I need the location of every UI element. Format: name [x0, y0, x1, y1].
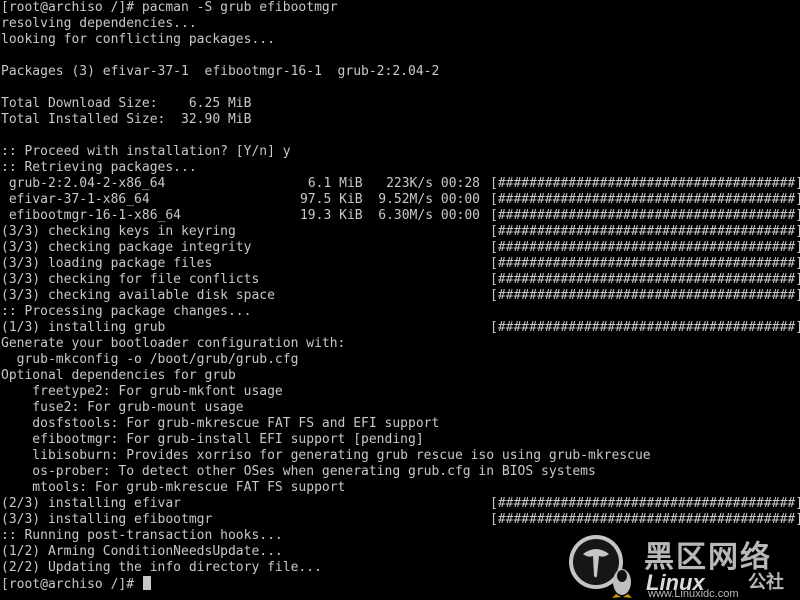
terminal-line: :: Retrieving packages...: [0, 160, 800, 176]
terminal-line-text: [root@archiso /]# pacman -S grub efiboot…: [1, 0, 338, 15]
terminal-line: (1/3) installing grub [##################…: [0, 320, 800, 336]
terminal-line-label: (3/3) installing efibootmgr: [1, 512, 213, 527]
progress-bar-text: [######################################]…: [490, 512, 800, 527]
terminal-line-label: (3/3) checking available disk space: [1, 288, 275, 303]
terminal-line-text: mtools: For grub-mkrescue FAT FS support: [1, 480, 346, 495]
terminal-line-label: (3/3) checking keys in keyring: [1, 224, 236, 239]
terminal-line: os-prober: To detect other OSes when gen…: [0, 464, 800, 480]
terminal-line-label: efivar-37-1-x86_64: [1, 192, 150, 207]
progress-bar-text: [######################################]…: [490, 272, 800, 287]
terminal-window[interactable]: [root@archiso /]# pacman -S grub efiboot…: [0, 0, 800, 600]
terminal-line: Total Download Size: 6.25 MiB: [0, 96, 800, 112]
terminal-line-text: :: Processing package changes...: [1, 304, 252, 319]
terminal-line: efivar-37-1-x86_64 97.5 KiB 9.52M/s 00:00…: [0, 192, 800, 208]
terminal-line-text: :: Running post-transaction hooks...: [1, 528, 283, 543]
terminal-line: fuse2: For grub-mount usage: [0, 400, 800, 416]
download-stats: 6.1 MiB 223K/s 00:28: [307, 176, 480, 191]
progress-bar-text: [######################################]…: [490, 288, 800, 303]
terminal-line-text: looking for conflicting packages...: [1, 32, 275, 47]
progress-bar-text: [######################################]…: [490, 256, 800, 271]
terminal-line-label: (3/3) checking for file conflicts: [1, 272, 260, 287]
terminal-line: (3/3) checking for file conflicts [######…: [0, 272, 800, 288]
terminal-line-text: Optional dependencies for grub: [1, 368, 236, 383]
terminal-line: (3/3) loading package files [############…: [0, 256, 800, 272]
terminal-line-text: Generate your bootloader configuration w…: [1, 336, 346, 351]
progress-bar-text: [######################################]…: [490, 192, 800, 207]
progress-bar-text: [######################################]…: [490, 208, 800, 223]
watermark: 黑区网络 Linux 公社 www.Linuxidc.com: [566, 532, 800, 600]
progress-bar-text: [######################################]…: [490, 496, 800, 511]
terminal-line-text: resolving dependencies...: [1, 16, 197, 31]
terminal-line-text: Total Download Size: 6.25 MiB: [1, 96, 252, 111]
terminal-line-text: fuse2: For grub-mount usage: [1, 400, 244, 415]
terminal-line: mtools: For grub-mkrescue FAT FS support: [0, 480, 800, 496]
terminal-line: Optional dependencies for grub: [0, 368, 800, 384]
terminal-line: grub-2:2.04-2-x86_64 6.1 MiB 223K/s 00:28…: [0, 176, 800, 192]
terminal-line-text: grub-mkconfig -o /boot/grub/grub.cfg: [1, 352, 299, 367]
terminal-line: freetype2: For grub-mkfont usage: [0, 384, 800, 400]
terminal-line-label: (3/3) loading package files: [1, 256, 213, 271]
terminal-line-text: :: Retrieving packages...: [1, 160, 197, 175]
watermark-gongshe-text: 公社: [748, 572, 784, 593]
progress-bar-text: [######################################]…: [490, 240, 800, 255]
terminal-line-text: efibootmgr: For grub-install EFI support…: [1, 432, 424, 447]
terminal-line: (3/3) checking package integrity [#######…: [0, 240, 800, 256]
terminal-line-label: (2/3) installing efivar: [1, 496, 182, 511]
terminal-line: Packages (3) efivar-37-1 efibootmgr-16-1…: [0, 64, 800, 80]
terminal-line-text: Total Installed Size: 32.90 MiB: [1, 112, 252, 127]
terminal-line-text: dosfstools: For grub-mkrescue FAT FS and…: [1, 416, 440, 431]
terminal-line: Generate your bootloader configuration w…: [0, 336, 800, 352]
progress-bar-text: [######################################]…: [490, 224, 800, 239]
terminal-line: [root@archiso /]# pacman -S grub efiboot…: [0, 0, 800, 16]
terminal-line-label: grub-2:2.04-2-x86_64: [1, 176, 166, 191]
terminal-line: efibootmgr-16-1-x86_64 19.3 KiB 6.30M/s 0…: [0, 208, 800, 224]
watermark-url: www.Linuxidc.com: [648, 588, 739, 600]
download-stats: 19.3 KiB 6.30M/s 00:00: [299, 208, 480, 223]
terminal-line-label: efibootmgr-16-1-x86_64: [1, 208, 182, 223]
terminal-line: resolving dependencies...: [0, 16, 800, 32]
download-stats: 97.5 KiB 9.52M/s 00:00: [299, 192, 480, 207]
terminal-line: :: Processing package changes...: [0, 304, 800, 320]
penguin-logo-icon: [569, 535, 632, 598]
terminal-line: Total Installed Size: 32.90 MiB: [0, 112, 800, 128]
progress-bar-text: [######################################]…: [490, 320, 800, 335]
terminal-line: :: Proceed with installation? [Y/n] y: [0, 144, 800, 160]
terminal-line-label: (1/3) installing grub: [1, 320, 166, 335]
terminal-line: (3/3) checking available disk space [####…: [0, 288, 800, 304]
terminal-line: (2/3) installing efivar [################…: [0, 496, 800, 512]
terminal-line: grub-mkconfig -o /boot/grub/grub.cfg: [0, 352, 800, 368]
terminal-line-text: os-prober: To detect other OSes when gen…: [1, 464, 596, 479]
terminal-cursor: [142, 576, 151, 590]
terminal-line-text: libisoburn: Provides xorriso for generat…: [1, 448, 651, 463]
terminal-line: (3/3) installing efibootmgr [############…: [0, 512, 800, 528]
terminal-line: (3/3) checking keys in keyring [#########…: [0, 224, 800, 240]
terminal-line-text: freetype2: For grub-mkfont usage: [1, 384, 283, 399]
terminal-line: efibootmgr: For grub-install EFI support…: [0, 432, 800, 448]
terminal-line: dosfstools: For grub-mkrescue FAT FS and…: [0, 416, 800, 432]
terminal-line-text: (1/2) Arming ConditionNeedsUpdate...: [1, 544, 283, 559]
terminal-line-label: (3/3) checking package integrity: [1, 240, 252, 255]
terminal-line: looking for conflicting packages...: [0, 32, 800, 48]
terminal-line-text: [root@archiso /]#: [1, 577, 142, 592]
terminal-line-text: (2/2) Updating the info directory file..…: [1, 560, 322, 575]
terminal-line-text: :: Proceed with installation? [Y/n] y: [1, 144, 291, 159]
terminal-line: libisoburn: Provides xorriso for generat…: [0, 448, 800, 464]
progress-bar-text: [######################################]…: [490, 176, 800, 191]
terminal-line-text: Packages (3) efivar-37-1 efibootmgr-16-1…: [1, 64, 440, 79]
